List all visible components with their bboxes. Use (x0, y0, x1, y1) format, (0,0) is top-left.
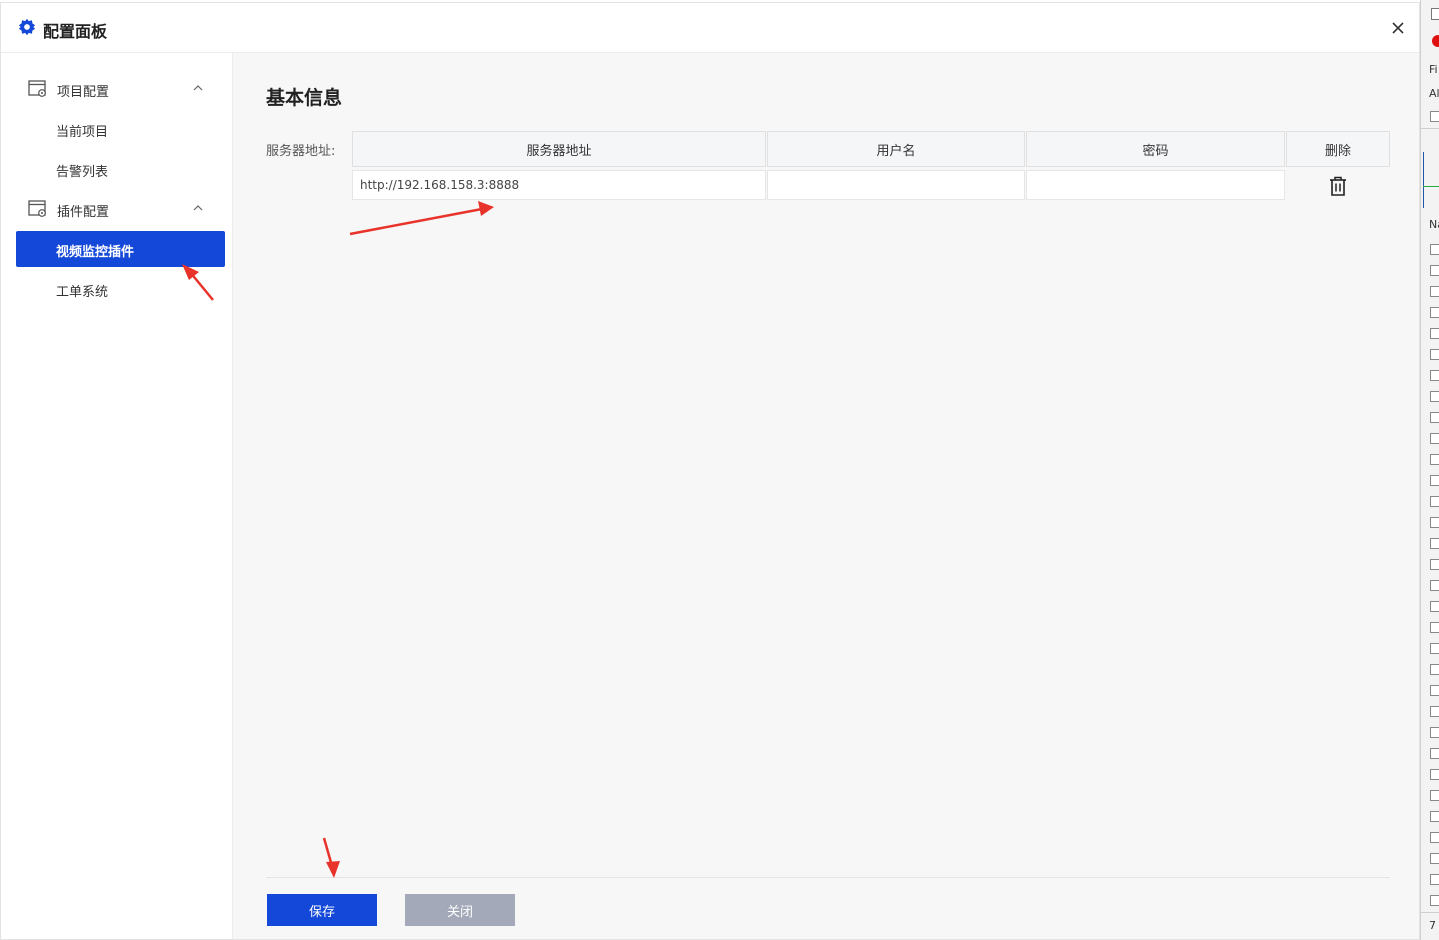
strip-row-checkbox[interactable] (1430, 349, 1439, 360)
sidebar-group-plugin-config[interactable]: 插件配置 (1, 192, 233, 228)
dialog-title: 配置面板 (43, 22, 108, 41)
chevron-up-icon (193, 205, 203, 211)
strip-row-checkbox[interactable] (1430, 811, 1439, 822)
strip-row-checkbox[interactable] (1430, 496, 1439, 507)
close-button[interactable]: 关闭 (405, 894, 515, 926)
password-input[interactable] (1026, 170, 1285, 200)
strip-row-checkbox[interactable] (1430, 370, 1439, 381)
server-address-input[interactable]: http://192.168.158.3:8888 (352, 170, 766, 200)
background-window-strip: Fi Al Na 7 (1420, 0, 1439, 940)
strip-row-checkbox[interactable] (1430, 853, 1439, 864)
strip-row-checkbox[interactable] (1430, 517, 1439, 528)
sidebar-item-label: 当前项目 (56, 125, 109, 140)
strip-label-na: Na (1429, 218, 1439, 231)
strip-row-checkbox[interactable] (1430, 874, 1439, 885)
strip-row-checkbox[interactable] (1430, 622, 1439, 633)
strip-label-fi: Fi (1429, 63, 1438, 76)
strip-row-checkbox[interactable] (1430, 895, 1439, 906)
sidebar-item-alarm-list[interactable]: 告警列表 (16, 151, 225, 187)
column-header-password: 密码 (1026, 131, 1285, 167)
window-icon (1431, 8, 1439, 20)
strip-row-checkbox[interactable] (1430, 664, 1439, 675)
server-address-label: 服务器地址: (266, 144, 336, 159)
close-icon[interactable] (1387, 17, 1409, 39)
save-button[interactable]: 保存 (267, 894, 377, 926)
sidebar-group-project-config[interactable]: 项目配置 (1, 72, 233, 108)
username-input[interactable] (767, 170, 1025, 200)
sidebar-group-label: 插件配置 (57, 205, 110, 220)
strip-row-checkbox[interactable] (1430, 244, 1439, 255)
strip-label-al: Al (1429, 87, 1439, 100)
sidebar-group-label: 项目配置 (57, 85, 110, 100)
chevron-up-icon (193, 85, 203, 91)
sidebar-item-label: 告警列表 (56, 165, 109, 180)
gear-icon (18, 18, 36, 36)
sidebar-item-video-monitor-plugin[interactable]: 视频监控插件 (16, 231, 225, 267)
strip-row-checkbox[interactable] (1430, 580, 1439, 591)
section-title: 基本信息 (266, 87, 343, 109)
strip-row-checkbox[interactable] (1430, 433, 1439, 444)
strip-row-checkbox[interactable] (1430, 643, 1439, 654)
sidebar: 项目配置 当前项目 告警列表 插件配置 视频监控插件 工单系统 (1, 53, 233, 939)
strip-row-checkbox[interactable] (1430, 601, 1439, 612)
main-panel: 基本信息 服务器地址: 服务器地址 用户名 密码 删除 http://192.1… (233, 53, 1419, 939)
strip-row-checkbox[interactable] (1430, 412, 1439, 423)
strip-row-checkbox[interactable] (1430, 559, 1439, 570)
strip-row-checkbox[interactable] (1430, 832, 1439, 843)
sidebar-item-ticket-system[interactable]: 工单系统 (16, 271, 225, 307)
trash-icon[interactable] (1327, 175, 1349, 197)
strip-row-checkbox[interactable] (1430, 391, 1439, 402)
footer-divider (266, 877, 1390, 878)
column-header-delete: 删除 (1286, 131, 1390, 167)
config-window-icon (28, 200, 46, 217)
strip-row-checkbox[interactable] (1430, 307, 1439, 318)
sidebar-item-label: 工单系统 (56, 285, 109, 300)
strip-divider (1421, 128, 1439, 129)
strip-row-checkbox[interactable] (1430, 685, 1439, 696)
strip-row-checkbox[interactable] (1430, 454, 1439, 465)
column-header-server: 服务器地址 (352, 131, 766, 167)
config-window-icon (28, 80, 46, 97)
strip-chart-axis (1423, 152, 1424, 208)
strip-checkbox[interactable] (1430, 111, 1439, 122)
strip-chart-line (1423, 186, 1439, 187)
record-icon[interactable] (1432, 35, 1439, 47)
strip-label-count: 7 (1429, 919, 1436, 932)
strip-row-checkbox[interactable] (1430, 328, 1439, 339)
sidebar-item-current-project[interactable]: 当前项目 (16, 111, 225, 147)
strip-row-checkbox[interactable] (1430, 286, 1439, 297)
strip-row-checkbox[interactable] (1430, 265, 1439, 276)
strip-row-checkbox[interactable] (1430, 727, 1439, 738)
strip-row-checkbox[interactable] (1430, 790, 1439, 801)
strip-row-checkbox[interactable] (1430, 475, 1439, 486)
strip-divider (1421, 912, 1439, 913)
sidebar-item-label: 视频监控插件 (56, 245, 135, 260)
config-dialog: 配置面板 项目配置 当前项目 告警列表 插件配置 视频监控插件 工单系统 基本信… (0, 2, 1420, 940)
dialog-titlebar: 配置面板 (1, 3, 1419, 53)
strip-row-checkbox[interactable] (1430, 769, 1439, 780)
strip-row-checkbox[interactable] (1430, 748, 1439, 759)
strip-row-checkbox[interactable] (1430, 706, 1439, 717)
column-header-username: 用户名 (767, 131, 1025, 167)
strip-row-checkbox[interactable] (1430, 538, 1439, 549)
